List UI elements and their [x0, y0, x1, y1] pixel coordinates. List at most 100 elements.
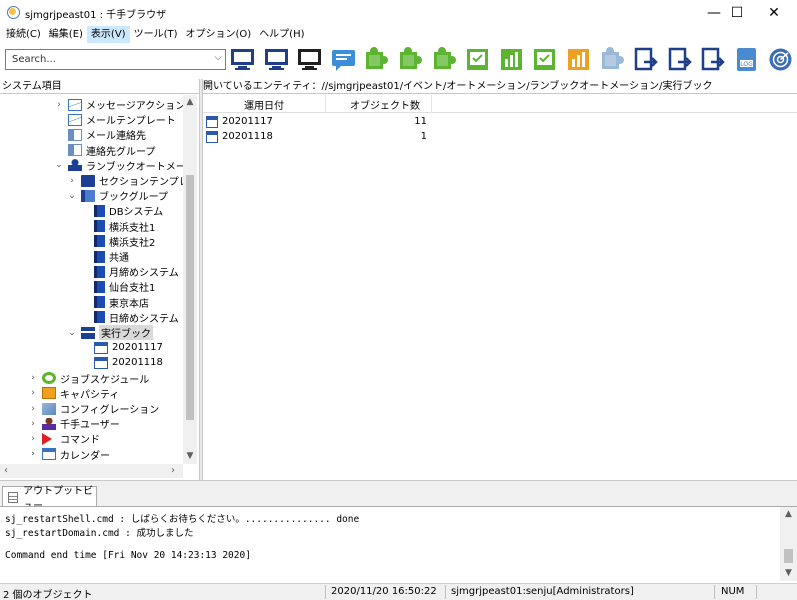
status-divider: [756, 585, 757, 599]
system-items-pane: システム項目 › メッセージアクション メールテンプレート メール連絡先 連絡先グループ…: [0, 79, 199, 480]
scrollbar-thumb[interactable]: [784, 549, 793, 563]
puzzle-green-2-button[interactable]: [397, 46, 424, 73]
tab-output-view[interactable]: アウトプットビュー: [2, 486, 97, 512]
column-header-date[interactable]: 運用日付: [244, 97, 284, 112]
chevron-right-icon[interactable]: ›: [28, 449, 38, 459]
scroll-left-icon[interactable]: ‹: [4, 465, 8, 476]
bar-chart-button[interactable]: [498, 46, 525, 73]
scroll-right-icon[interactable]: ›: [171, 465, 175, 476]
document-list-button[interactable]: [531, 46, 558, 73]
network-monitor-button[interactable]: [229, 46, 256, 73]
calendar-check-icon: [94, 341, 108, 354]
tree-item[interactable]: 仙台支社1: [80, 279, 155, 294]
scroll-down-icon[interactable]: ▼: [183, 451, 197, 461]
list-item[interactable]: 20201118 1: [203, 130, 443, 145]
chevron-right-icon[interactable]: ›: [28, 373, 38, 383]
close-button[interactable]: ✕: [751, 0, 797, 26]
chevron-down-icon[interactable]: ⌄: [67, 328, 77, 338]
menu-item[interactable]: 編集(E): [45, 26, 87, 43]
radar-icon: [769, 48, 792, 71]
tree-item[interactable]: ⌄ ランブックオートメーション: [54, 158, 183, 173]
export-document-button[interactable]: [632, 46, 659, 73]
maximize-icon: ☐: [730, 5, 744, 21]
output-scrollbar[interactable]: ▲ ▼: [780, 507, 797, 581]
tree-item[interactable]: › コマンド: [28, 431, 100, 446]
tree-item[interactable]: 共通: [80, 249, 129, 264]
puzzle-green-3-button[interactable]: [431, 46, 458, 73]
book-icon: [94, 265, 105, 278]
title-bar: sjmgrjpeast01 : 千手ブラウザ — ☐ ✕: [0, 0, 797, 26]
tree-item[interactable]: ⌄ ブックグループ: [67, 188, 168, 203]
radar-button[interactable]: [767, 46, 794, 73]
message-button[interactable]: [330, 46, 357, 73]
tree-item[interactable]: メール連絡先: [54, 127, 146, 142]
tree-item-label: 月締めシステム: [109, 268, 179, 280]
tree-item[interactable]: 20201118: [80, 355, 163, 370]
content-pane: 開いているエンティティ：//sjmgrjpeast01/イベント/オートメーショ…: [203, 79, 797, 480]
tree-item[interactable]: › ジョブスケジュール: [28, 371, 149, 386]
export-document-2-button[interactable]: [666, 46, 693, 73]
chevron-right-icon[interactable]: ›: [28, 404, 38, 414]
monitor-icon: [265, 49, 288, 70]
screen-button[interactable]: [296, 46, 323, 73]
chevron-down-icon[interactable]: ⌄: [54, 160, 64, 170]
menu-item[interactable]: ヘルプ(H): [255, 26, 308, 43]
export-document-3-button[interactable]: [699, 46, 726, 73]
chevron-right-icon[interactable]: ›: [28, 434, 38, 444]
output-log[interactable]: sj_restartShell.cmd : しばらくお待ちください。......…: [0, 506, 797, 581]
search-input[interactable]: Search... ⌵: [5, 49, 226, 70]
tree-item[interactable]: DBシステム: [80, 203, 163, 218]
app-logo-icon: [7, 6, 20, 19]
tree-horizontal-scrollbar[interactable]: ‹ ›: [0, 464, 183, 478]
menu-item[interactable]: 接続(C): [2, 26, 45, 43]
tree-item[interactable]: ⌄ 実行ブック: [67, 325, 153, 340]
tree-item[interactable]: › 千手ユーザー: [28, 416, 120, 431]
menu-item[interactable]: ツール(T): [130, 26, 182, 43]
list-item[interactable]: 20201117 11: [203, 115, 443, 130]
tree-item-label: 横浜支社2: [109, 237, 156, 249]
tree-item[interactable]: 連絡先グループ: [54, 143, 155, 158]
tree-item-label: コンフィグレーション: [60, 405, 160, 416]
tree-item[interactable]: 20201117: [80, 340, 163, 355]
scrollbar-thumb[interactable]: [186, 175, 194, 420]
log-document-button[interactable]: LOG: [733, 46, 760, 73]
command-icon: [42, 432, 52, 445]
search-placeholder: Search...: [12, 54, 56, 65]
menu-item[interactable]: オプション(O): [182, 26, 256, 43]
menu-item[interactable]: 表示(V): [86, 26, 130, 43]
tree-item-label: キャパシティ: [60, 389, 120, 401]
column-header-count[interactable]: オブジェクト数: [350, 97, 420, 112]
tree-item[interactable]: メールテンプレート: [54, 112, 176, 127]
chevron-down-icon[interactable]: ⌵: [214, 52, 222, 63]
chevron-right-icon[interactable]: ›: [28, 388, 38, 398]
tree-item[interactable]: 東京本店: [80, 295, 149, 310]
chevron-down-icon[interactable]: ⌄: [67, 191, 77, 201]
tree-item[interactable]: › メッセージアクション: [54, 97, 183, 112]
chevron-right-icon[interactable]: ›: [67, 176, 77, 186]
tree-item[interactable]: › セクションテンプレー: [67, 173, 183, 188]
puzzle-green-button[interactable]: [363, 46, 390, 73]
tree-item[interactable]: › カレンダー: [28, 447, 110, 462]
column-divider[interactable]: [325, 95, 326, 113]
tree-item[interactable]: › コンフィグレーション: [28, 401, 159, 416]
tree-item-label: 共通: [109, 253, 129, 264]
tree-item[interactable]: › キャパシティ: [28, 386, 119, 401]
building-chart-button[interactable]: [565, 46, 592, 73]
scroll-up-icon[interactable]: ▲: [780, 509, 797, 519]
column-divider[interactable]: [431, 95, 432, 113]
tree-vertical-scrollbar[interactable]: ▲ ▼: [183, 95, 197, 464]
tree-item[interactable]: 日締めシステム: [80, 310, 179, 325]
scroll-up-icon[interactable]: ▲: [183, 97, 197, 107]
puzzle-grey-button[interactable]: [599, 46, 626, 73]
chevron-right-icon[interactable]: ›: [54, 100, 64, 110]
envelope-icon: [68, 98, 82, 111]
pane-title: システム項目: [0, 79, 199, 94]
tree-item[interactable]: 横浜支社1: [80, 219, 155, 234]
run-book-icon: [81, 326, 95, 339]
tree-item[interactable]: 月締めシステム: [80, 264, 179, 279]
monitor-button[interactable]: [263, 46, 290, 73]
check-monitor-button[interactable]: [464, 46, 491, 73]
tree-item[interactable]: 横浜支社2: [80, 234, 155, 249]
scroll-down-icon[interactable]: ▼: [780, 568, 797, 578]
chevron-right-icon[interactable]: ›: [28, 419, 38, 429]
